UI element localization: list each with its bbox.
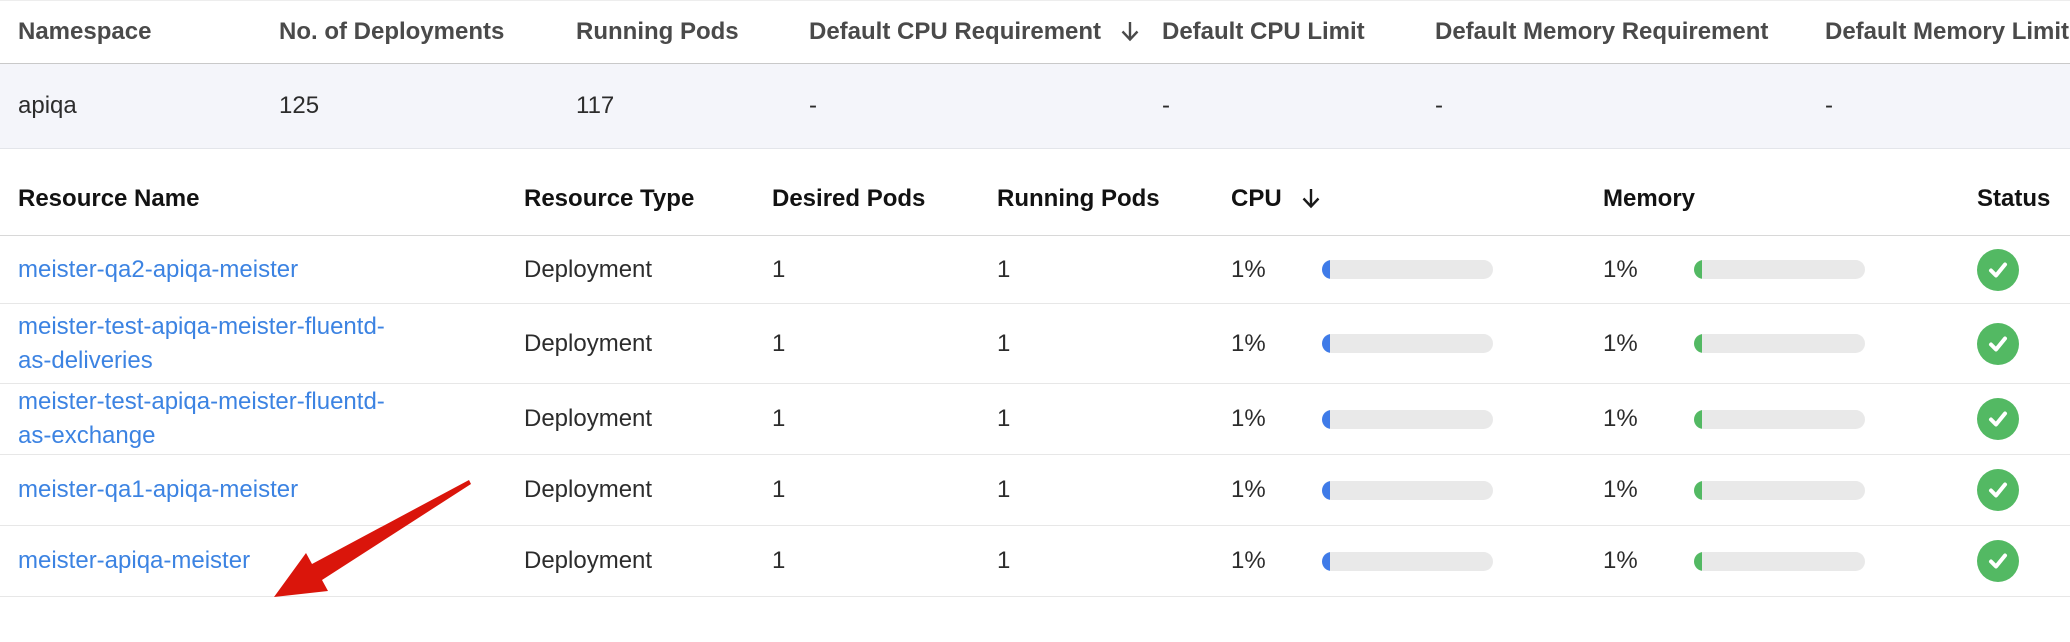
column-header-status[interactable]: Status	[1977, 185, 2050, 213]
default-cpu-limit-value: -	[1162, 92, 1435, 120]
table-row: meister-qa1-apiqa-meister Deployment 1 1…	[0, 455, 2070, 526]
desired-pods-value: 1	[772, 544, 997, 578]
desired-pods-value: 1	[772, 327, 997, 361]
status-healthy-icon	[1977, 398, 2019, 440]
memory-percent: 1%	[1603, 473, 1659, 507]
status-healthy-icon	[1977, 323, 2019, 365]
column-header-namespace[interactable]: Namespace	[18, 18, 151, 46]
cpu-percent: 1%	[1231, 402, 1287, 436]
column-header-deployments[interactable]: No. of Deployments	[279, 18, 504, 46]
status-healthy-icon	[1977, 540, 2019, 582]
resource-type-value: Deployment	[524, 402, 772, 436]
desired-pods-value: 1	[772, 402, 997, 436]
column-header-desired-pods[interactable]: Desired Pods	[772, 185, 925, 213]
memory-percent: 1%	[1603, 402, 1659, 436]
memory-percent: 1%	[1603, 253, 1659, 287]
status-healthy-icon	[1977, 249, 2019, 291]
resource-name-link[interactable]: meister-qa2-apiqa-meister	[18, 253, 298, 287]
resource-name-link[interactable]: meister-test-apiqa-meister-fluentd-as-ex…	[18, 385, 403, 453]
column-header-default-memory-limit[interactable]: Default Memory Limit	[1825, 18, 2069, 46]
resource-type-value: Deployment	[524, 327, 772, 361]
running-pods-value: 1	[997, 402, 1231, 436]
default-memory-limit-value: -	[1825, 92, 2052, 120]
cpu-percent: 1%	[1231, 327, 1287, 361]
resource-name-link[interactable]: meister-qa1-apiqa-meister	[18, 473, 298, 507]
cpu-percent: 1%	[1231, 544, 1287, 578]
cpu-usage-bar	[1322, 552, 1493, 571]
column-header-default-cpu-requirement[interactable]: Default CPU Requirement	[809, 18, 1101, 46]
running-pods-value: 1	[997, 544, 1231, 578]
column-header-cpu[interactable]: CPU	[1231, 185, 1282, 213]
running-pods-value: 1	[997, 327, 1231, 361]
resource-type-value: Deployment	[524, 253, 772, 287]
column-header-resource-type[interactable]: Resource Type	[524, 185, 694, 213]
desired-pods-value: 1	[772, 253, 997, 287]
memory-usage-bar	[1694, 260, 1865, 279]
column-header-running-pods[interactable]: Running Pods	[576, 18, 739, 46]
namespace-value: apiqa	[18, 92, 279, 120]
table-row: meister-test-apiqa-meister-fluentd-as-ex…	[0, 384, 2070, 455]
running-pods-value: 1	[997, 473, 1231, 507]
cpu-usage-bar	[1322, 481, 1493, 500]
column-header-default-memory-requirement[interactable]: Default Memory Requirement	[1435, 18, 1768, 46]
column-header-running-pods[interactable]: Running Pods	[997, 185, 1160, 213]
resource-type-value: Deployment	[524, 473, 772, 507]
memory-percent: 1%	[1603, 544, 1659, 578]
cpu-usage-bar	[1322, 410, 1493, 429]
resource-table-header: Resource Name Resource Type Desired Pods…	[0, 163, 2070, 236]
column-header-memory[interactable]: Memory	[1603, 185, 1695, 213]
default-cpu-requirement-value: -	[809, 92, 1162, 120]
deployments-count: 125	[279, 92, 576, 120]
sort-desc-icon[interactable]	[1298, 185, 1324, 213]
cpu-percent: 1%	[1231, 473, 1287, 507]
memory-percent: 1%	[1603, 327, 1659, 361]
namespace-table-header: Namespace No. of Deployments Running Pod…	[0, 0, 2070, 64]
memory-usage-bar	[1694, 552, 1865, 571]
default-memory-requirement-value: -	[1435, 92, 1825, 120]
sort-desc-icon[interactable]	[1117, 18, 1143, 46]
memory-usage-bar	[1694, 481, 1865, 500]
memory-usage-bar	[1694, 334, 1865, 353]
namespace-row: apiqa 125 117 - - - -	[0, 64, 2070, 149]
column-header-resource-name[interactable]: Resource Name	[18, 185, 199, 213]
running-pods-count: 117	[576, 92, 809, 120]
running-pods-value: 1	[997, 253, 1231, 287]
resource-name-link[interactable]: meister-test-apiqa-meister-fluentd-as-de…	[18, 310, 403, 378]
memory-usage-bar	[1694, 410, 1865, 429]
cpu-percent: 1%	[1231, 253, 1287, 287]
column-header-default-cpu-limit[interactable]: Default CPU Limit	[1162, 18, 1365, 46]
cpu-usage-bar	[1322, 334, 1493, 353]
table-row: meister-qa2-apiqa-meister Deployment 1 1…	[0, 236, 2070, 304]
resource-type-value: Deployment	[524, 544, 772, 578]
cpu-usage-bar	[1322, 260, 1493, 279]
desired-pods-value: 1	[772, 473, 997, 507]
status-healthy-icon	[1977, 469, 2019, 511]
table-row: meister-apiqa-meister Deployment 1 1 1% …	[0, 526, 2070, 597]
table-row: meister-test-apiqa-meister-fluentd-as-de…	[0, 304, 2070, 384]
resource-name-link[interactable]: meister-apiqa-meister	[18, 544, 250, 578]
